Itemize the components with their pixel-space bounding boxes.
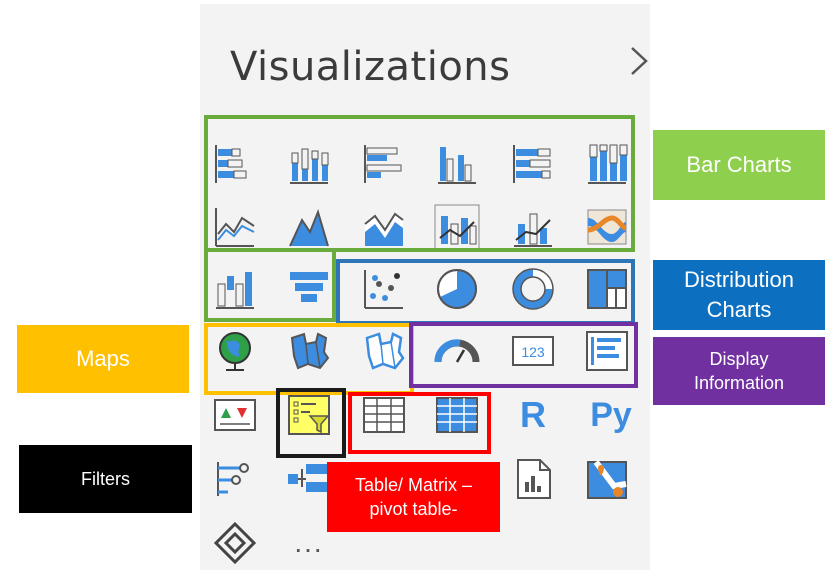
azure-map-icon[interactable] xyxy=(583,455,631,503)
key-influencers-icon[interactable] xyxy=(211,455,259,503)
table-matrix-label: Table/ Matrix – pivot table- xyxy=(327,462,500,532)
r-script-visual-icon[interactable]: R xyxy=(509,391,557,439)
maps-frame xyxy=(204,323,414,395)
decomposition-tree-icon[interactable] xyxy=(285,455,333,503)
distribution-charts-label: Distribution Charts xyxy=(653,260,825,330)
display-information-frame xyxy=(409,322,638,388)
paginated-report-icon[interactable] xyxy=(509,455,557,503)
python-visual-icon[interactable]: Py xyxy=(583,391,639,439)
maps-label: Maps xyxy=(17,325,189,393)
bar-charts-label: Bar Charts xyxy=(653,130,825,200)
display-information-label: Display Information xyxy=(653,337,825,405)
kpi-icon[interactable] xyxy=(211,391,259,439)
filters-label: Filters xyxy=(19,445,192,513)
table-matrix-frame xyxy=(348,392,491,454)
bar-charts-frame-lower xyxy=(204,248,336,322)
pane-title: Visualizations xyxy=(230,44,511,90)
distribution-charts-frame xyxy=(336,259,635,325)
more-visuals-icon[interactable]: ... xyxy=(285,519,333,567)
filters-frame xyxy=(276,388,346,458)
chevron-right-icon[interactable] xyxy=(624,44,654,78)
bar-charts-frame xyxy=(204,115,635,252)
power-apps-icon[interactable] xyxy=(211,519,259,567)
